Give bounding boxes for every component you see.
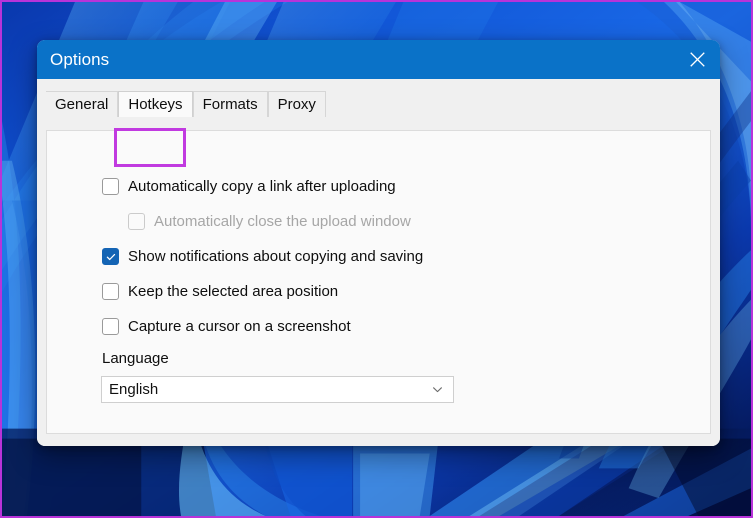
- checkbox-auto-copy-link[interactable]: Automatically copy a link after uploadin…: [102, 178, 396, 195]
- checkbox-indicator[interactable]: [102, 283, 119, 300]
- tab-formats[interactable]: Formats: [192, 91, 268, 117]
- screen-root: Options General Hotkeys Formats Proxy Au…: [0, 0, 753, 518]
- tab-hotkeys[interactable]: Hotkeys: [118, 91, 193, 117]
- close-icon: [689, 51, 706, 68]
- checkbox-keep-selected-area[interactable]: Keep the selected area position: [102, 283, 338, 300]
- dialog-body: General Hotkeys Formats Proxy Automatica…: [37, 79, 720, 446]
- checkbox-indicator[interactable]: [128, 213, 145, 230]
- close-button[interactable]: [674, 40, 720, 79]
- checkbox-show-notifications[interactable]: Show notifications about copying and sav…: [102, 248, 423, 265]
- checkbox-label: Keep the selected area position: [128, 283, 339, 300]
- checkbox-label: Capture a cursor on a screenshot: [128, 318, 351, 335]
- language-select[interactable]: English: [101, 376, 454, 403]
- tab-proxy[interactable]: Proxy: [267, 91, 326, 117]
- tab-general[interactable]: General: [46, 91, 119, 117]
- checkmark-icon: [105, 251, 117, 263]
- chevron-down-icon: [431, 383, 444, 396]
- checkbox-indicator[interactable]: [102, 248, 119, 265]
- tab-proxy-label: Proxy: [277, 96, 316, 113]
- language-select-value: English: [109, 381, 159, 398]
- tab-hotkeys-label: Hotkeys: [128, 96, 183, 113]
- checkbox-label: Automatically copy a link after uploadin…: [128, 178, 396, 195]
- checkbox-indicator[interactable]: [102, 318, 119, 335]
- checkbox-label: Show notifications about copying and sav…: [128, 248, 424, 265]
- checkbox-auto-close-upload-window[interactable]: Automatically close the upload window: [128, 213, 411, 230]
- tab-formats-label: Formats: [202, 96, 258, 113]
- dialog-title: Options: [50, 50, 110, 69]
- checkbox-capture-cursor[interactable]: Capture a cursor on a screenshot: [102, 318, 351, 335]
- checkbox-label: Automatically close the upload window: [154, 213, 411, 230]
- tab-general-label: General: [55, 96, 109, 113]
- language-label: Language: [102, 350, 169, 367]
- checkbox-indicator[interactable]: [102, 178, 119, 195]
- dialog-titlebar[interactable]: Options: [37, 40, 720, 79]
- options-dialog: Options General Hotkeys Formats Proxy Au…: [37, 40, 720, 446]
